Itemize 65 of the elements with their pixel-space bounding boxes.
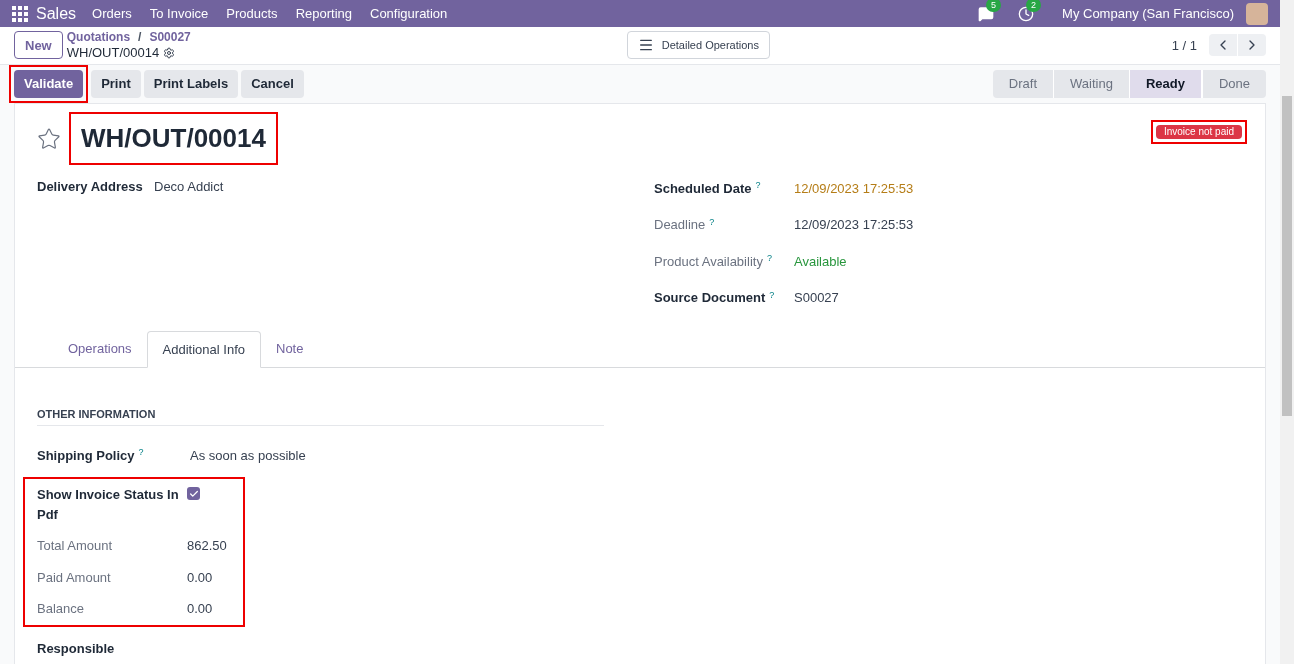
previous-button[interactable] <box>1209 34 1237 57</box>
menu-item[interactable]: To Invoice <box>149 3 209 24</box>
status-stage[interactable]: Ready <box>1128 69 1202 98</box>
field-value: 0.00 <box>187 600 213 618</box>
status-stage[interactable]: Waiting <box>1053 69 1129 98</box>
help-mark[interactable]: ? <box>709 216 715 227</box>
view-button[interactable]: Detailed Operations <box>626 31 770 60</box>
field-label: Balance <box>37 601 84 616</box>
menu-item[interactable]: Products <box>226 3 278 24</box>
help-mark[interactable]: ? <box>769 289 775 300</box>
field-label: Product Availability <box>654 253 763 269</box>
field-value: 0.00 <box>187 568 213 587</box>
scrollbar[interactable] <box>1280 0 1294 664</box>
breadcrumb-link[interactable]: Quotations <box>66 30 131 46</box>
tab[interactable]: Note <box>261 330 319 368</box>
menu-item[interactable]: Orders <box>92 3 132 24</box>
field-label: Delivery Address <box>37 178 143 194</box>
field-value: Deco Addict <box>154 177 224 196</box>
field-label: Shipping Policy <box>37 447 135 463</box>
field-value: Available <box>794 252 847 271</box>
count-badge: 2 <box>1026 0 1042 12</box>
count-badge: 5 <box>986 0 1002 12</box>
status-stage[interactable]: Done <box>1201 69 1266 98</box>
help-mark[interactable]: ? <box>766 253 772 263</box>
check-icon <box>188 488 199 499</box>
field-value: 12/09/2023 17:25:53 <box>794 216 914 234</box>
field-value: 12/09/2023 17:25:53 <box>794 179 914 198</box>
avatar[interactable] <box>1246 2 1268 25</box>
scrollbar-thumb[interactable] <box>1282 96 1292 416</box>
new-button[interactable]: New <box>14 31 63 60</box>
status-badge: Invoice not paid <box>1155 124 1242 139</box>
status-stage[interactable]: Draft <box>992 69 1053 98</box>
field-value: S00027 <box>794 289 839 307</box>
field-label: Paid Amount <box>37 569 111 585</box>
field-value: 862.50 <box>187 537 227 555</box>
record-title: WH/OUT/00014 <box>69 111 278 165</box>
action-button[interactable]: Print <box>91 69 141 98</box>
field-label: Scheduled Date <box>654 180 752 196</box>
star-icon[interactable] <box>37 126 61 151</box>
record-name: WH/OUT/00014 <box>66 45 160 61</box>
pager-value: 1 / 1 <box>1171 36 1197 55</box>
field-label: Responsible <box>37 640 115 656</box>
tab[interactable]: Operations <box>53 330 147 368</box>
section-title: OTHER INFORMATION <box>37 406 604 426</box>
help-mark[interactable]: ? <box>138 447 144 457</box>
menu-item[interactable]: Reporting <box>295 3 352 24</box>
apps-grid-icon[interactable] <box>12 5 28 22</box>
field-label: Total Amount <box>37 538 113 553</box>
field-label: Show Invoice Status In Pdf <box>37 487 179 522</box>
field-label: Source Document <box>654 290 766 305</box>
field-value: As soon as possible <box>190 446 306 465</box>
help-mark[interactable]: ? <box>755 180 761 190</box>
next-button[interactable] <box>1238 34 1266 57</box>
tab[interactable]: Additional Info <box>146 330 261 368</box>
field-label: Deadline <box>654 217 706 232</box>
action-button[interactable]: Validate <box>14 69 84 98</box>
gear-icon[interactable] <box>163 46 176 59</box>
menu-item[interactable]: Configuration <box>370 3 448 24</box>
breadcrumb-link[interactable]: S00027 <box>149 30 191 46</box>
breadcrumb-separator: / <box>138 30 142 46</box>
company-name[interactable]: My Company (San Francisco) <box>1062 3 1234 24</box>
checkbox[interactable] <box>187 487 200 500</box>
app-name[interactable]: Sales <box>36 1 77 26</box>
action-button[interactable]: Print Labels <box>143 69 239 98</box>
action-button[interactable]: Cancel <box>241 69 304 98</box>
